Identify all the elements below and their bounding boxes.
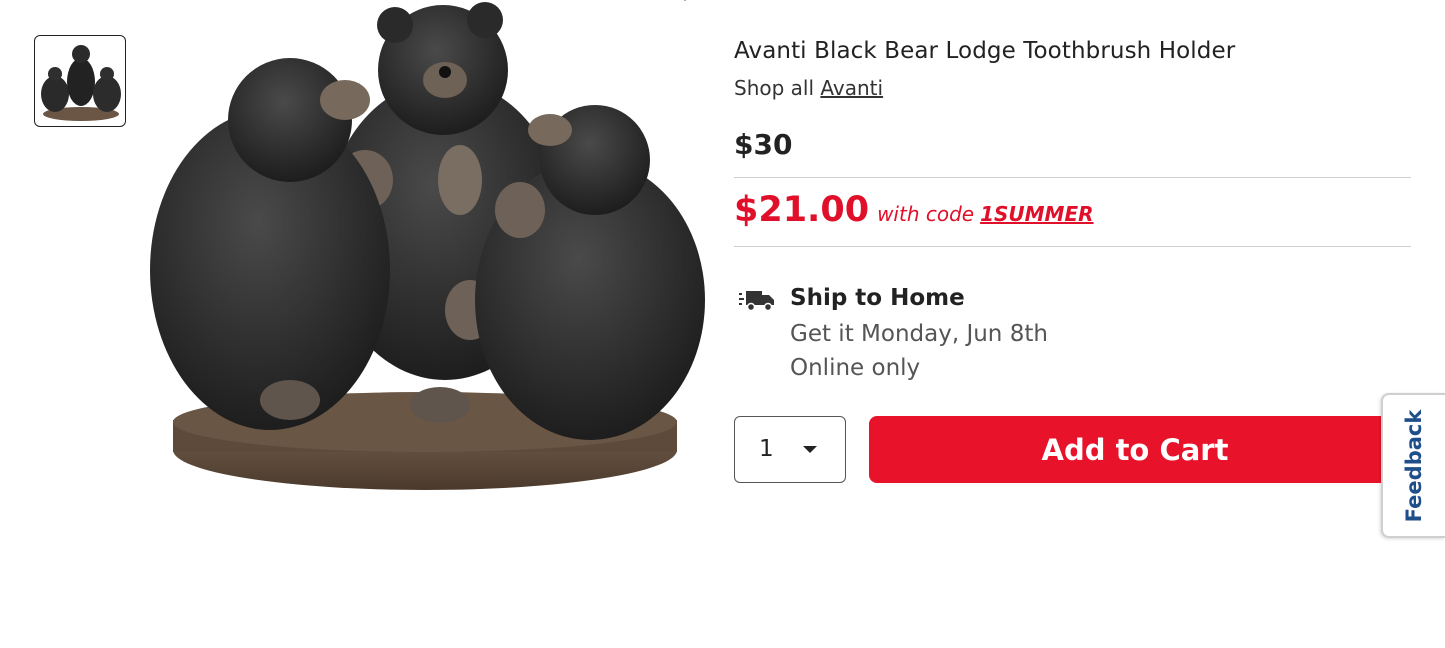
sale-note: with code — [877, 202, 975, 226]
caret-down-icon — [803, 446, 817, 453]
ship-note: Online only — [790, 355, 921, 381]
chevron-down-icon — [683, 0, 687, 2]
sale-price-row: $21.00 with code 1SUMMER — [734, 190, 1094, 230]
quantity-value: 1 — [759, 436, 774, 462]
feedback-tab[interactable]: Feedback — [1381, 393, 1445, 538]
bear-figurine-thumbnail-icon — [41, 45, 121, 121]
truck-icon — [739, 291, 774, 311]
add-to-cart-button[interactable]: Add to Cart — [869, 416, 1401, 483]
shop-all-line: Shop all Avanti — [734, 76, 883, 100]
price-divider-bottom — [734, 246, 1411, 247]
promo-code-link[interactable]: 1SUMMER — [980, 202, 1093, 226]
sale-price: $21.00 — [734, 190, 870, 230]
bear-figurine-image — [150, 2, 705, 490]
ship-date: Get it Monday, Jun 8th — [790, 321, 1048, 347]
feedback-label: Feedback — [1402, 409, 1426, 522]
price-divider-top — [734, 177, 1411, 178]
shop-all-prefix: Shop all — [734, 76, 815, 100]
original-price: $30 — [734, 128, 793, 161]
product-title: Avanti Black Bear Lodge Toothbrush Holde… — [734, 38, 1236, 64]
quantity-select[interactable]: 1 — [734, 416, 846, 483]
product-thumbnail[interactable] — [34, 35, 126, 127]
ship-to-home-title: Ship to Home — [790, 285, 965, 311]
brand-link[interactable]: Avanti — [820, 76, 883, 100]
